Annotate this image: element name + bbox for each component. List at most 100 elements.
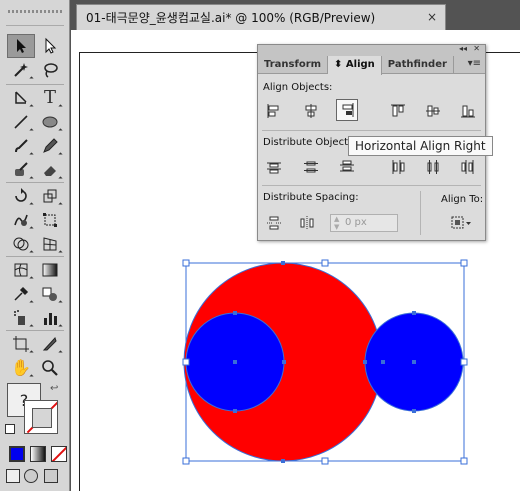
color-mode-button[interactable]: [9, 446, 25, 462]
tab-align[interactable]: ⬍ Align: [328, 56, 382, 75]
toolbar-separator: [6, 330, 64, 331]
tools-panel-grip[interactable]: [6, 6, 64, 26]
pen-icon: [15, 91, 27, 104]
vertical-distribute-bottom-button[interactable]: [336, 156, 358, 178]
vertical-distribute-top-button[interactable]: [263, 156, 285, 178]
horizontal-distribute-space-button[interactable]: [296, 212, 318, 234]
free-transform-icon: [43, 213, 57, 227]
symbol-sprayer-icon: [14, 310, 25, 325]
artboard-tool[interactable]: [7, 332, 35, 356]
horizontal-align-right-button[interactable]: [336, 99, 358, 121]
warp-tool[interactable]: [7, 208, 35, 232]
selection-tool[interactable]: [7, 34, 35, 58]
blend-icon: [42, 287, 57, 301]
blob-brush-tool[interactable]: [7, 158, 35, 182]
hand-tool[interactable]: ✋: [7, 356, 35, 380]
magic-wand-tool[interactable]: [7, 58, 35, 82]
mesh-icon: [14, 263, 28, 277]
tooltip: Horizontal Align Right: [348, 136, 493, 156]
shape-builder-tool[interactable]: [7, 232, 35, 256]
draw-normal-button[interactable]: [6, 469, 20, 483]
horizontal-distribute-right-button[interactable]: [457, 156, 479, 178]
selection-arrow-icon: [17, 39, 26, 53]
close-panel-icon[interactable]: ✕: [473, 44, 480, 53]
mesh-tool[interactable]: [7, 258, 35, 282]
type-t-icon: T: [43, 87, 56, 108]
horizontal-align-left-icon: [267, 104, 279, 118]
perspective-grid-tool[interactable]: [36, 232, 64, 256]
default-fill-stroke-icon[interactable]: [5, 424, 15, 434]
lasso-tool[interactable]: [36, 58, 64, 82]
draw-inside-button[interactable]: [44, 469, 58, 483]
eyedropper-tool[interactable]: [7, 282, 35, 306]
horizontal-align-left-button[interactable]: [263, 100, 285, 122]
direct-selection-arrow-icon: [45, 37, 57, 54]
eraser-tool[interactable]: [36, 158, 64, 182]
gradient-tool[interactable]: [36, 258, 64, 282]
blend-tool[interactable]: [36, 282, 64, 306]
direct-selection-tool[interactable]: [36, 34, 64, 58]
vertical-align-bottom-button[interactable]: [457, 100, 479, 122]
vertical-align-center-button[interactable]: [422, 100, 444, 122]
scale-tool[interactable]: [36, 184, 64, 208]
zoom-tool[interactable]: [36, 356, 64, 380]
vertical-distribute-space-button[interactable]: [263, 212, 285, 234]
slice-knife-icon: [42, 337, 57, 351]
vertical-distribute-space-icon: [267, 216, 281, 230]
vertical-align-top-button[interactable]: [387, 100, 409, 122]
toolbar-separator: [6, 182, 64, 183]
panel-tabs: Transform ⬍ Align Pathfinder ▾≡: [258, 56, 485, 75]
tab-align-label: Align: [345, 59, 375, 70]
vertical-align-top-icon: [391, 104, 405, 117]
vertical-distribute-center-icon: [304, 161, 318, 173]
stroke-swatch[interactable]: [24, 400, 58, 434]
pen-tool[interactable]: [7, 86, 35, 110]
none-slash-icon: [52, 447, 66, 461]
column-graph-tool[interactable]: [36, 306, 64, 330]
slice-tool[interactable]: [36, 332, 64, 356]
rotate-icon: [15, 188, 27, 202]
horizontal-distribute-center-icon: [427, 160, 439, 174]
tools-panel: T ✋ ↩: [0, 0, 70, 491]
document-tab[interactable]: 01-태극문양_윤생컴교실.ai* @ 100% (RGB/Preview) ×: [76, 4, 446, 30]
pencil-tool[interactable]: [36, 134, 64, 158]
line-segment-tool[interactable]: [7, 110, 35, 134]
none-mode-button[interactable]: [51, 446, 67, 462]
scale-icon: [43, 189, 57, 203]
ellipse-tool[interactable]: [36, 110, 64, 134]
horizontal-distribute-right-icon: [461, 160, 474, 174]
close-tab-icon[interactable]: ×: [427, 10, 437, 24]
gradient-mode-button[interactable]: [30, 446, 46, 462]
align-to-dropdown[interactable]: [446, 212, 476, 234]
free-transform-tool[interactable]: [36, 208, 64, 232]
zoom-magnifier-icon: [42, 360, 58, 376]
collapse-panel-icon[interactable]: ◂◂: [459, 44, 467, 53]
symbol-sprayer-tool[interactable]: [7, 306, 35, 330]
panel-title-strip[interactable]: ◂◂ ✕: [258, 44, 485, 56]
rotate-tool[interactable]: [7, 184, 35, 208]
tab-transform[interactable]: Transform: [258, 56, 329, 74]
perspective-grid-icon: [43, 237, 57, 251]
line-segment-icon: [14, 115, 28, 129]
draw-behind-button[interactable]: [24, 469, 38, 483]
toolbar-separator: [6, 256, 64, 257]
hand-icon: ✋: [11, 358, 31, 377]
type-tool[interactable]: T: [36, 86, 64, 110]
horizontal-align-center-icon: [305, 104, 317, 118]
paintbrush-tool[interactable]: [7, 134, 35, 158]
horizontal-distribute-left-icon: [392, 160, 405, 174]
swap-fill-stroke-icon[interactable]: ↩: [50, 383, 58, 394]
panel-menu-icon[interactable]: ▾≡: [468, 58, 481, 69]
up-down-arrows-icon: ⬍: [334, 59, 343, 70]
horizontal-distribute-center-button[interactable]: [422, 156, 444, 178]
tab-pathfinder[interactable]: Pathfinder: [382, 56, 454, 74]
horizontal-align-center-button[interactable]: [300, 100, 322, 122]
shape-builder-icon: [13, 237, 29, 251]
horizontal-distribute-left-button[interactable]: [387, 156, 409, 178]
blob-brush-icon: [15, 162, 28, 176]
panel-separator: [262, 130, 481, 131]
vertical-distribute-center-button[interactable]: [300, 156, 322, 178]
vertical-distribute-bottom-icon: [340, 160, 354, 172]
eraser-icon: [44, 166, 56, 176]
distribute-objects-label: Distribute Objects:: [263, 137, 357, 148]
